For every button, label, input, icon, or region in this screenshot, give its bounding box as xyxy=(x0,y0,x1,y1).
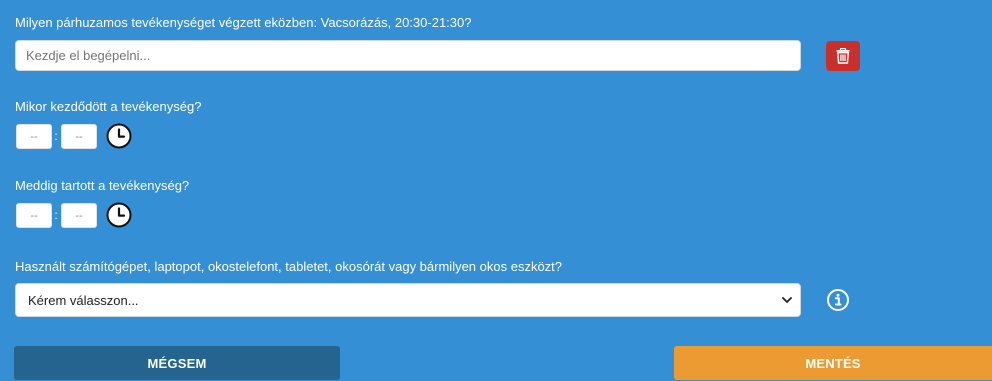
cancel-button[interactable]: MÉGSEM xyxy=(14,346,340,380)
device-usage-question: Használt számítógépet, laptopot, okostel… xyxy=(15,259,563,274)
start-hour-field[interactable]: -- xyxy=(16,124,52,149)
end-time-separator: : xyxy=(54,208,58,222)
device-usage-selected: Kérem válasszon... xyxy=(28,292,139,308)
save-button[interactable]: MENTÉS xyxy=(674,346,992,380)
chevron-down-icon xyxy=(782,297,792,303)
start-clock-icon[interactable] xyxy=(106,123,132,149)
end-time-question: Meddig tartott a tevékenység? xyxy=(15,178,190,193)
device-usage-select[interactable]: Kérem válasszon... xyxy=(15,283,801,317)
info-icon[interactable] xyxy=(826,288,850,312)
trash-icon xyxy=(836,48,850,64)
parallel-activity-question: Milyen párhuzamos tevékenységet végzett … xyxy=(15,15,472,30)
start-time-separator: : xyxy=(54,129,58,143)
end-hour-field[interactable]: -- xyxy=(16,203,52,228)
end-minute-field[interactable]: -- xyxy=(61,203,97,228)
start-time-question: Mikor kezdődött a tevékenység? xyxy=(15,99,202,114)
start-minute-field[interactable]: -- xyxy=(61,124,97,149)
delete-button[interactable] xyxy=(826,41,860,71)
parallel-activity-input[interactable] xyxy=(15,40,801,71)
activity-form-panel: Milyen párhuzamos tevékenységet végzett … xyxy=(0,0,992,381)
end-clock-icon[interactable] xyxy=(106,202,132,228)
